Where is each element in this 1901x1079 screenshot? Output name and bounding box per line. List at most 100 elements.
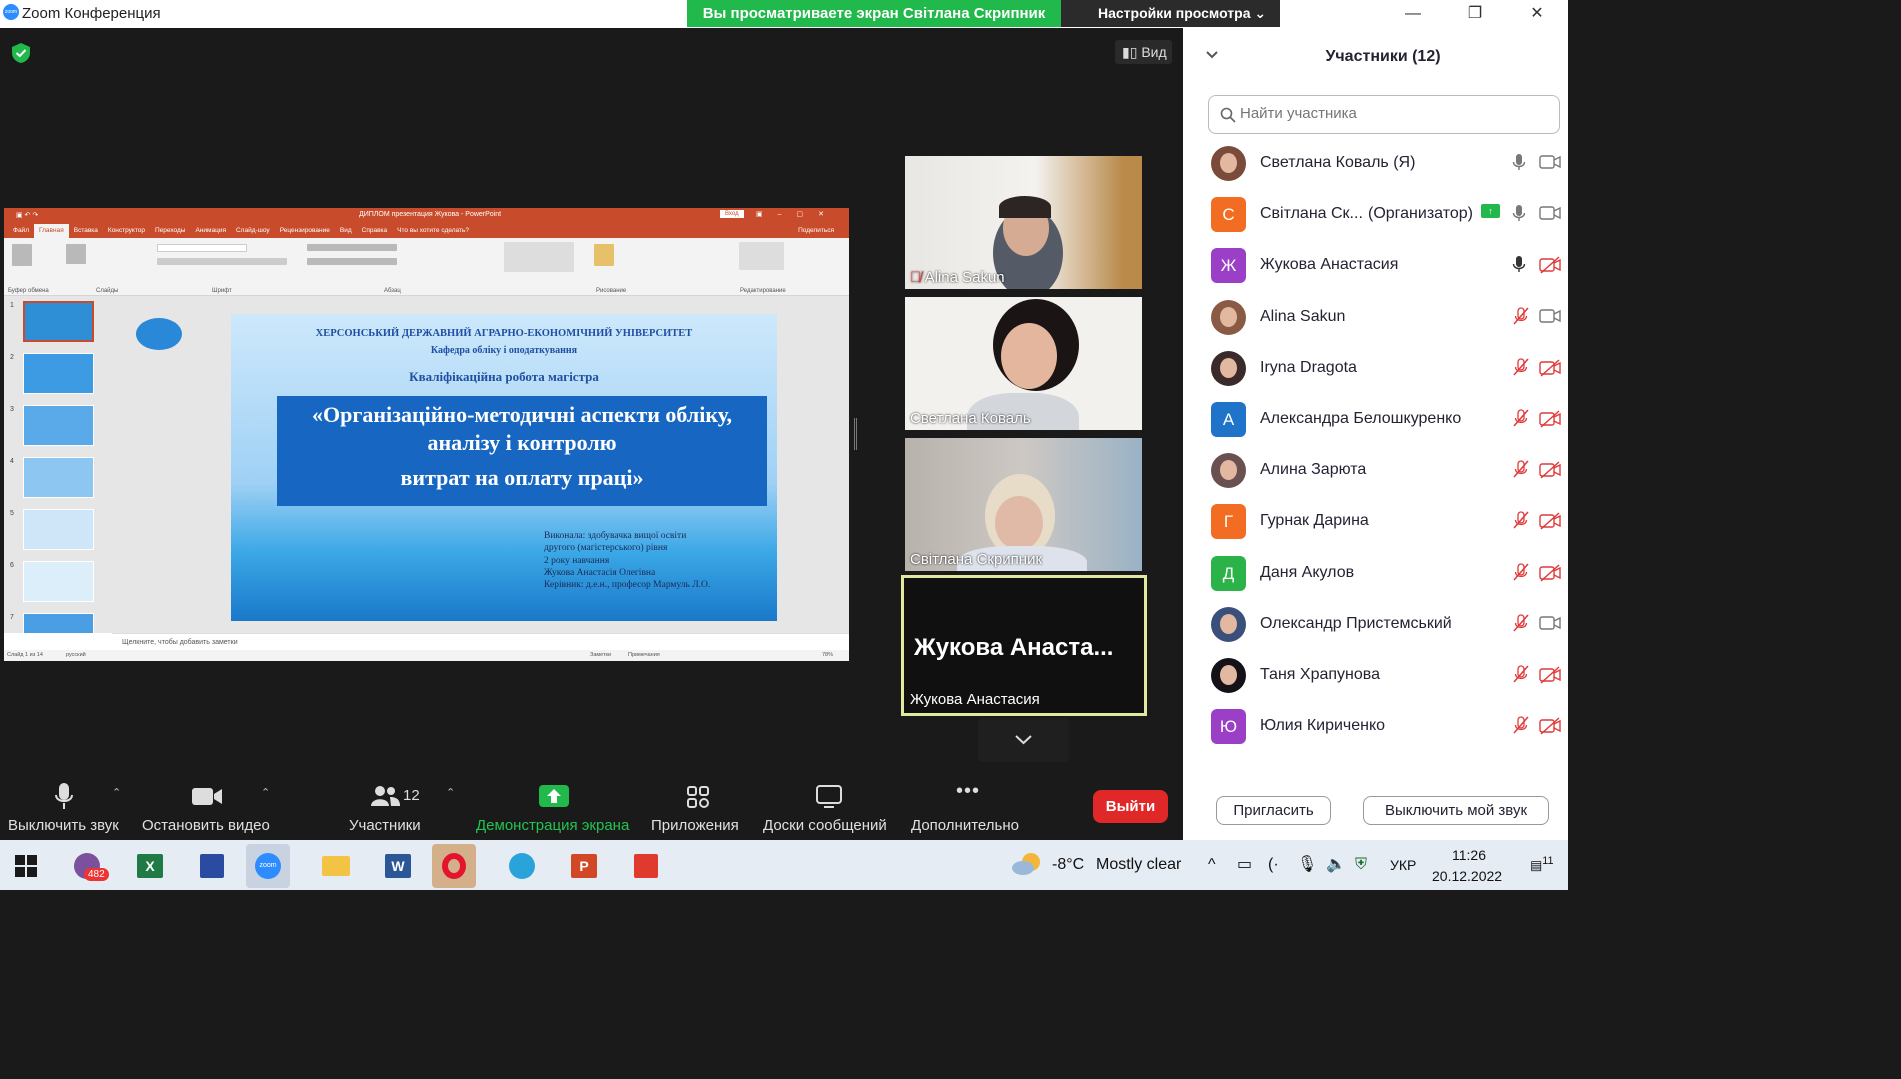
microphone-tray-icon[interactable]: 🎙	[1297, 840, 1317, 890]
participants-button[interactable]: 12 Участники	[348, 770, 424, 840]
camera-icon[interactable]	[1539, 154, 1561, 175]
participant-search[interactable]	[1208, 95, 1560, 134]
slide-thumbnail[interactable]	[23, 509, 94, 550]
whiteboards-button[interactable]: Доски сообщений	[763, 770, 893, 840]
camera-icon[interactable]	[1539, 308, 1561, 329]
camera-off-icon[interactable]	[1539, 410, 1561, 433]
tray-chevron-up-icon[interactable]: ^	[1208, 840, 1216, 890]
active-speaker-tile[interactable]: Жукова Анаста... Жукова Анастасия	[901, 575, 1147, 716]
mic-muted-icon[interactable]	[1512, 409, 1530, 432]
slide-thumbnail[interactable]	[23, 457, 94, 498]
mic-muted-icon[interactable]	[1512, 716, 1530, 739]
mute-me-button[interactable]: Выключить мой звук	[1363, 796, 1549, 825]
slide-thumbnail[interactable]	[23, 561, 94, 602]
ppt-tab[interactable]: Справка	[357, 224, 393, 238]
participant-row[interactable]: Ю Юлия Кириченко	[1183, 700, 1568, 751]
mic-muted-icon[interactable]	[1512, 665, 1530, 688]
ppt-tab[interactable]: Что вы хотите сделать?	[392, 224, 474, 238]
participant-row[interactable]: Олександр Пристемський	[1183, 598, 1568, 649]
participant-row[interactable]: Iryna Dragota	[1183, 342, 1568, 393]
ppt-login-button[interactable]: Вход	[720, 210, 744, 218]
slide-thumbnail[interactable]	[23, 405, 94, 446]
input-language[interactable]: УКР	[1390, 840, 1416, 890]
video-tile[interactable]: Світлана Скрипник	[905, 438, 1142, 571]
word-icon[interactable]: W	[376, 844, 420, 888]
splitter-handle[interactable]	[854, 418, 857, 450]
camera-off-icon[interactable]	[1539, 461, 1561, 484]
apps-button[interactable]: Приложения	[651, 770, 745, 840]
participant-row[interactable]: Ж Жукова Анастасия	[1183, 239, 1568, 290]
chevron-up-icon[interactable]: ⌃	[446, 786, 455, 799]
camera-icon[interactable]	[1539, 615, 1561, 636]
minimize-icon[interactable]: —	[1382, 0, 1444, 28]
excel-icon[interactable]: X	[128, 844, 172, 888]
clock-time[interactable]: 11:26	[1452, 847, 1486, 863]
restore-icon[interactable]: ❐	[1444, 0, 1506, 28]
mic-muted-icon[interactable]	[1512, 562, 1530, 586]
zoom-taskbar-icon[interactable]: zoom	[246, 844, 290, 888]
pdf-app-icon[interactable]	[624, 844, 668, 888]
battery-icon[interactable]: ▭	[1237, 840, 1252, 890]
mute-button[interactable]: Выключить звук	[8, 770, 124, 840]
opera-icon[interactable]	[432, 844, 476, 888]
camera-off-icon[interactable]	[1539, 564, 1561, 587]
camera-off-icon[interactable]	[1539, 666, 1561, 689]
leave-button[interactable]: Выйти	[1093, 790, 1168, 823]
participant-row[interactable]: Алина Зарюта	[1183, 444, 1568, 495]
mic-muted-icon[interactable]	[1512, 306, 1530, 330]
video-tile[interactable]: Светлана Коваль	[905, 297, 1142, 430]
participant-row[interactable]: А Александра Белошкуренко	[1183, 393, 1568, 444]
telegram-icon[interactable]	[500, 844, 544, 888]
slide-thumbnail[interactable]	[23, 613, 94, 633]
participant-row[interactable]: Таня Храпунова	[1183, 649, 1568, 700]
notes-toggle[interactable]: Заметки	[590, 650, 611, 661]
mic-muted-icon[interactable]	[1512, 511, 1530, 534]
camera-off-icon[interactable]	[1539, 359, 1561, 382]
invite-button[interactable]: Пригласить	[1216, 796, 1331, 825]
close-icon[interactable]: ✕	[1506, 0, 1568, 28]
camera-off-icon[interactable]	[1539, 512, 1561, 535]
notes-pane[interactable]: Щелкните, чтобы добавить заметки	[112, 633, 849, 650]
microphone-icon[interactable]	[1512, 153, 1526, 176]
file-explorer-icon[interactable]	[314, 844, 358, 888]
notifications-icon[interactable]: ▤11	[1530, 855, 1554, 873]
network-icon[interactable]: (·	[1268, 840, 1279, 890]
slide-canvas[interactable]: ХЕРСОНСЬКИЙ ДЕРЖАВНИЙ АГРАРНО-ЕКОНОМІЧНИ…	[231, 314, 777, 621]
powerpoint-icon[interactable]: P	[562, 844, 606, 888]
ppt-tab[interactable]: Слайд-шоу	[231, 224, 275, 238]
stop-video-button[interactable]: Остановить видео	[142, 770, 272, 840]
participant-row[interactable]: Светлана Коваль (Я)	[1183, 137, 1568, 188]
camera-off-icon[interactable]	[1539, 717, 1561, 740]
save-disk-icon[interactable]	[190, 844, 234, 888]
mic-muted-icon[interactable]	[1512, 460, 1530, 483]
mic-muted-icon[interactable]	[1512, 614, 1530, 637]
defender-shield-icon[interactable]: ⛨	[1355, 840, 1367, 890]
ppt-tab[interactable]: Переходы	[150, 224, 191, 238]
ppt-tab[interactable]: Вид	[335, 224, 357, 238]
ppt-share-button[interactable]: Поделиться	[793, 224, 839, 237]
more-button[interactable]: ••• Дополнительно	[911, 770, 1027, 840]
slide-thumbnail[interactable]	[23, 301, 94, 342]
viber-icon[interactable]: 482	[66, 844, 110, 888]
comments-toggle[interactable]: Примечания	[628, 650, 660, 661]
view-settings-button[interactable]: Настройки просмотра ⌄	[1061, 0, 1280, 27]
slide-thumbnail[interactable]	[23, 353, 94, 394]
ppt-tab[interactable]: Конструктор	[103, 224, 150, 238]
camera-icon[interactable]	[1539, 205, 1561, 226]
participant-row[interactable]: Alina Sakun	[1183, 291, 1568, 342]
windows-start-icon[interactable]	[15, 855, 37, 877]
ppt-tab[interactable]: Файл	[8, 224, 34, 238]
mic-muted-icon[interactable]	[1512, 358, 1530, 381]
video-tile[interactable]: 🎙̸ Alina Sakun	[905, 156, 1142, 289]
ppt-tab[interactable]: Рецензирование	[275, 224, 335, 238]
ppt-tab[interactable]: Главная	[33, 224, 69, 238]
ppt-tab[interactable]: Анимация	[190, 224, 231, 238]
ppt-tab[interactable]: Вставка	[69, 224, 103, 238]
microphone-icon[interactable]	[1512, 204, 1526, 227]
speaker-icon[interactable]: 🔈	[1326, 840, 1346, 890]
camera-off-icon[interactable]	[1539, 256, 1561, 279]
microphone-icon[interactable]	[1512, 255, 1526, 278]
participant-row[interactable]: Г Гурнак Дарина	[1183, 495, 1568, 546]
chevron-up-icon[interactable]: ⌃	[112, 786, 121, 799]
participant-row[interactable]: С Світлана Ск... (Организатор) ↑	[1183, 188, 1568, 239]
